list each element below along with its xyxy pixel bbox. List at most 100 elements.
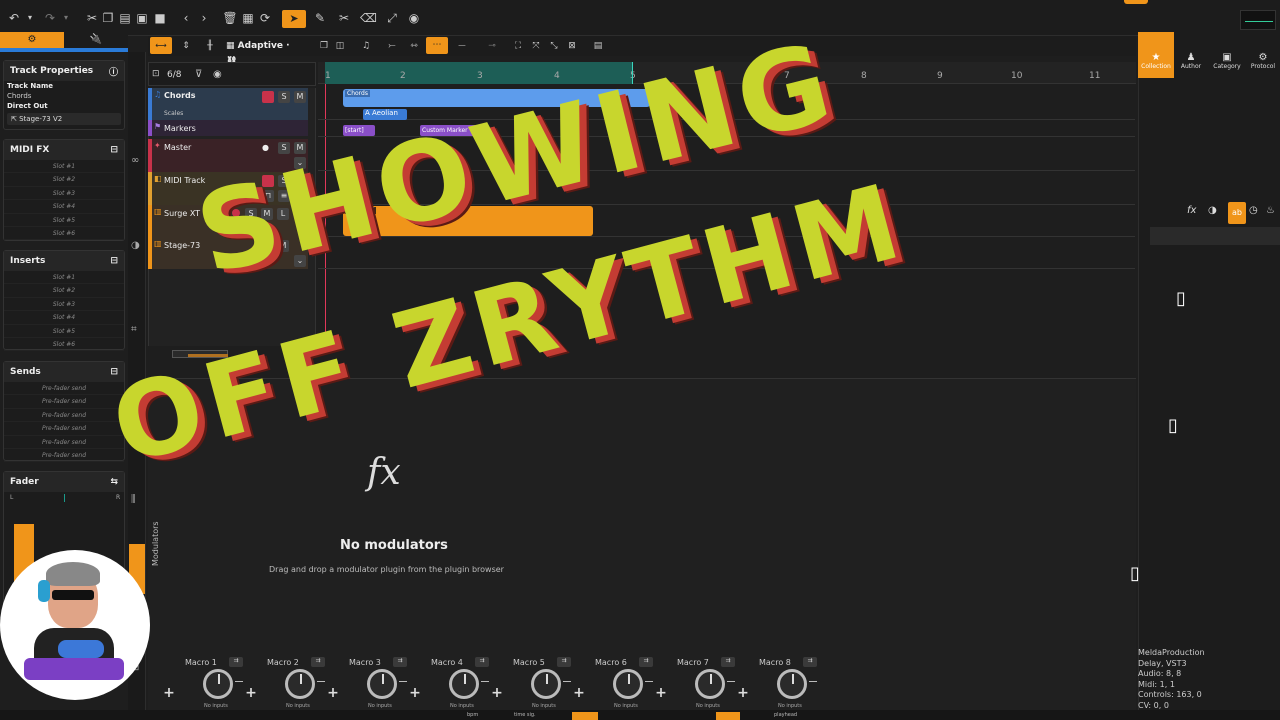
center-icon[interactable]: ╫ xyxy=(202,38,218,54)
link-icon[interactable]: ∞ xyxy=(131,155,139,166)
midi-fx-slot[interactable]: Slot #1 xyxy=(4,160,124,174)
snap-mode-select[interactable]: ▦ Adaptive · ⛓ xyxy=(226,38,302,67)
track-inspector-tab[interactable]: ⚙ xyxy=(0,32,64,48)
macro-edit-icon[interactable]: ⇉ xyxy=(557,657,571,667)
macro-knob[interactable] xyxy=(449,669,479,699)
add-macro-input-button[interactable]: + xyxy=(573,686,585,700)
split-view-icon[interactable]: ◫ xyxy=(332,38,348,54)
macro-knob[interactable] xyxy=(613,669,643,699)
tab-collection[interactable]: ★ Collection xyxy=(1138,32,1174,78)
visibility-icon[interactable]: ◉ xyxy=(213,69,222,80)
record-button[interactable] xyxy=(262,91,274,103)
macro-knob[interactable] xyxy=(285,669,315,699)
macro-edit-icon[interactable]: ⇉ xyxy=(229,657,243,667)
midi-fx-slot[interactable]: Slot #4 xyxy=(4,200,124,214)
monitor-dot-icon[interactable]: ● xyxy=(262,143,269,152)
mute-button[interactable]: M xyxy=(294,91,306,103)
copy-view-icon[interactable]: ❐ xyxy=(316,38,332,54)
insert-slot[interactable]: Slot #6 xyxy=(4,338,124,352)
timeline-icon[interactable]: ⏤ xyxy=(454,38,470,54)
track-markers[interactable]: ⚑ Markers xyxy=(148,120,308,136)
transport-bar-block[interactable] xyxy=(716,712,740,720)
music-note-icon[interactable]: ♫ xyxy=(358,38,374,54)
track-properties-header[interactable]: Track Properties ⓘ xyxy=(4,61,124,81)
track-name-value[interactable]: Chords xyxy=(4,91,124,101)
merge-icon[interactable]: ⤚ xyxy=(384,38,400,54)
macro-edit-icon[interactable]: ⇉ xyxy=(639,657,653,667)
macro-knob[interactable] xyxy=(367,669,397,699)
fit-horizontal-button[interactable]: ⟷ xyxy=(150,37,172,54)
nav-forward-icon[interactable]: › xyxy=(196,10,212,26)
clock-filter-icon[interactable]: ◷ xyxy=(1249,205,1258,216)
tab-author[interactable]: ♟ Author xyxy=(1174,32,1208,78)
list-view-icon[interactable]: ▤ xyxy=(590,38,606,54)
zoom-reset-icon[interactable]: ⊠ xyxy=(564,38,580,54)
undo-menu-icon[interactable]: ▾ xyxy=(22,10,38,26)
nav-back-icon[interactable]: ‹ xyxy=(178,10,194,26)
file-icon[interactable]: ▯ xyxy=(1168,415,1178,436)
grid-icon[interactable]: ▦ xyxy=(240,10,256,26)
balance-marker[interactable] xyxy=(64,494,65,502)
redo-menu-icon[interactable]: ▾ xyxy=(58,10,74,26)
insert-slot[interactable]: Slot #5 xyxy=(4,325,124,338)
toggle-range-button[interactable]: ⋯ xyxy=(426,37,448,54)
add-macro-input-button[interactable]: + xyxy=(245,686,257,700)
mixer-icon[interactable]: ⌗ xyxy=(131,324,137,335)
fit-vertical-icon[interactable]: ⇕ xyxy=(178,38,194,54)
add-macro-input-button[interactable]: + xyxy=(737,686,749,700)
solo-button[interactable]: S xyxy=(278,91,290,103)
trash-icon[interactable]: 🗑 xyxy=(222,10,238,26)
info-icon[interactable]: ⓘ xyxy=(109,65,118,78)
midi-fx-header[interactable]: MIDI FX ⊟ xyxy=(4,140,124,160)
macro-edit-icon[interactable]: ⇉ xyxy=(475,657,489,667)
macro-knob[interactable] xyxy=(531,669,561,699)
track-chords[interactable]: ♫ Chords Scales S M xyxy=(148,88,308,120)
send-slot[interactable]: Pre-fader send xyxy=(4,436,124,449)
add-macro-input-button[interactable]: + xyxy=(409,686,421,700)
ramp-icon[interactable]: ⤢ xyxy=(384,10,400,26)
macro-edit-icon[interactable]: ⇉ xyxy=(721,657,735,667)
macro-knob[interactable] xyxy=(695,669,725,699)
insert-slot[interactable]: Slot #2 xyxy=(4,284,124,298)
midi-fx-slot[interactable]: Slot #5 xyxy=(4,214,124,227)
redo-icon[interactable]: ↷ xyxy=(42,10,58,26)
send-slot[interactable]: Pre-fader send xyxy=(4,409,124,423)
flame-filter-icon[interactable]: ♨ xyxy=(1266,205,1275,216)
scale-object[interactable]: A Aeolian xyxy=(363,109,407,120)
cut-icon[interactable]: ✂ xyxy=(84,10,100,26)
palette-icon[interactable]: ◑ xyxy=(131,240,140,251)
file-icon[interactable]: ▯ xyxy=(1176,288,1186,309)
zoom-out-icon[interactable]: ⤡ xyxy=(546,38,562,54)
undo-icon[interactable]: ↶ xyxy=(6,10,22,26)
plugin-inspector-tab[interactable]: 🔌 xyxy=(64,32,128,48)
paste-icon[interactable]: ▤ xyxy=(117,10,133,26)
insert-slot[interactable]: Slot #3 xyxy=(4,298,124,312)
macro-edit-icon[interactable]: ⇉ xyxy=(393,657,407,667)
select-tool-button[interactable]: ➤ xyxy=(282,10,306,28)
pencil-icon[interactable]: ✎ xyxy=(312,10,328,26)
transport-bar-block[interactable] xyxy=(572,712,598,720)
macro-knob[interactable] xyxy=(203,669,233,699)
send-slot[interactable]: Pre-fader send xyxy=(4,395,124,409)
midi-fx-slot[interactable]: Slot #2 xyxy=(4,173,124,187)
insert-slot[interactable]: Slot #4 xyxy=(4,311,124,325)
midi-fx-slot[interactable]: Slot #3 xyxy=(4,187,124,201)
range-icon[interactable]: ⇿ xyxy=(406,38,422,54)
ab-filter-button[interactable]: ab xyxy=(1228,202,1246,224)
add-macro-input-button[interactable]: + xyxy=(327,686,339,700)
collapse-icon[interactable]: ⊟ xyxy=(110,256,118,266)
tab-category[interactable]: ▣ Category xyxy=(1208,32,1246,78)
file-icon[interactable]: ▯ xyxy=(1130,563,1140,584)
zoom-fit-icon[interactable]: ⛶ xyxy=(510,38,526,54)
filter-icon[interactable]: ⊽ xyxy=(195,69,202,80)
quantize-icon[interactable]: ⊸ xyxy=(484,38,500,54)
fx-filter-icon[interactable]: fx xyxy=(1187,205,1196,216)
delete-icon[interactable]: ■ xyxy=(152,10,168,26)
copy-icon[interactable]: ❐ xyxy=(100,10,116,26)
sliders-icon[interactable]: ⫼ xyxy=(131,494,136,505)
add-macro-input-button[interactable]: + xyxy=(163,686,175,700)
fader-header[interactable]: Fader ⇆ xyxy=(4,472,124,492)
pin-icon[interactable]: ⊡ xyxy=(152,69,160,79)
search-bar[interactable] xyxy=(1150,227,1280,245)
inserts-header[interactable]: Inserts ⊟ xyxy=(4,251,124,271)
